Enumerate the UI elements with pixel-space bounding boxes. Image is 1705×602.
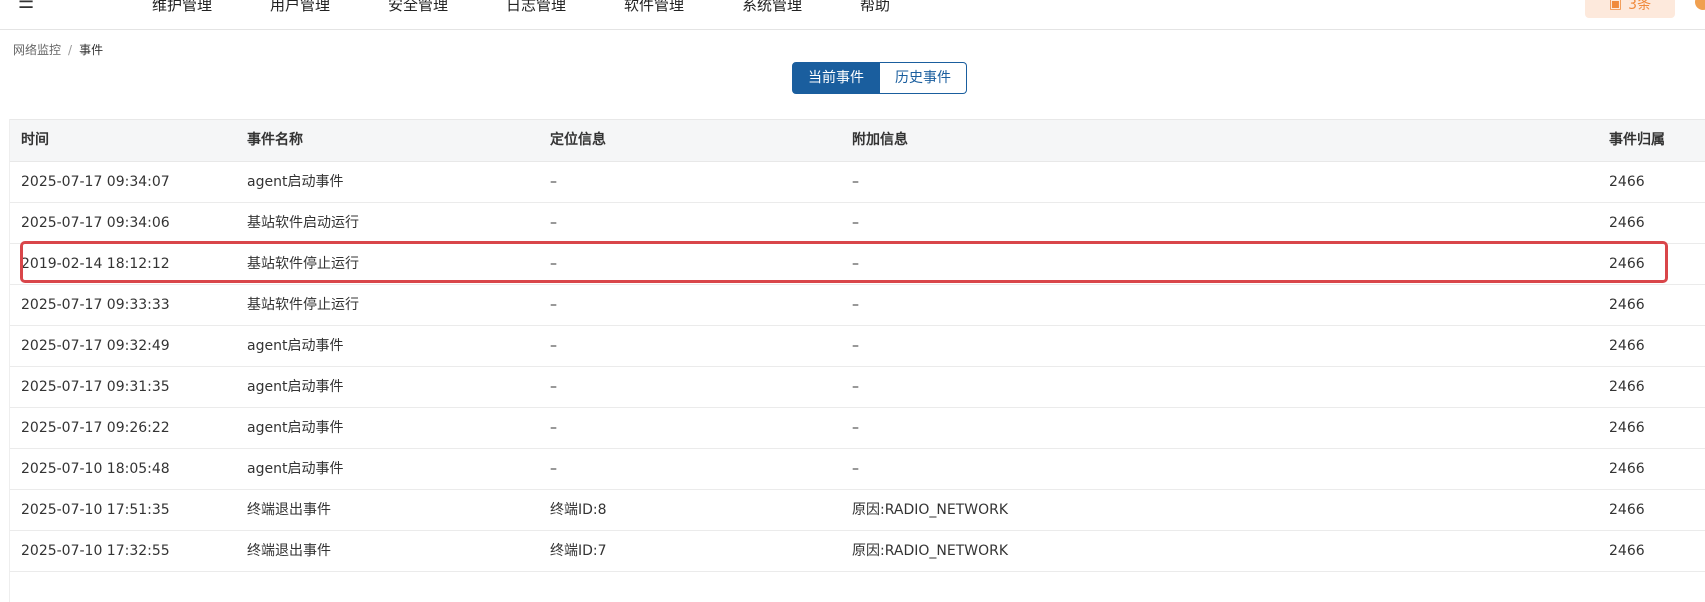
table-row[interactable]: 2019-02-14 18:12:12 基站软件停止运行 – – 2466 <box>10 244 1705 285</box>
alert-button[interactable]: ▣ 3条 <box>1585 0 1675 18</box>
cell-event-name: 基站软件停止运行 <box>247 297 359 313</box>
header-extra-info: 附加信息 <box>852 132 908 148</box>
cell-event-owner: 2466 <box>1609 420 1645 436</box>
nav-item-users[interactable]: 用户管理 <box>270 0 330 15</box>
cell-event-owner: 2466 <box>1609 215 1645 231</box>
header-location-info: 定位信息 <box>550 132 606 148</box>
cell-event-name: agent启动事件 <box>247 420 344 436</box>
cell-extra-info: – <box>852 215 859 231</box>
table-row[interactable]: 2025-07-17 09:34:07 agent启动事件 – – 2466 <box>10 162 1705 203</box>
user-icon[interactable] <box>1695 0 1705 10</box>
cell-event-name: agent启动事件 <box>247 338 344 354</box>
cell-location-info: – <box>550 174 557 190</box>
table-row[interactable]: 2025-07-17 09:31:35 agent启动事件 – – 2466 <box>10 367 1705 408</box>
events-table: 时间 事件名称 定位信息 附加信息 事件归属 2025-07-17 09:34:… <box>9 119 1705 602</box>
cell-time: 2025-07-10 17:51:35 <box>21 502 170 518</box>
cell-event-owner: 2466 <box>1609 256 1645 272</box>
cell-location-info: – <box>550 461 557 477</box>
breadcrumb-current: 事件 <box>79 43 104 57</box>
cell-location-info: 终端ID:7 <box>550 543 607 559</box>
cell-time: 2019-02-14 18:12:12 <box>21 256 170 272</box>
cell-extra-info: – <box>852 297 859 313</box>
nav-item-software[interactable]: 软件管理 <box>624 0 684 15</box>
alert-count: 3条 <box>1628 0 1652 13</box>
cell-location-info: – <box>550 420 557 436</box>
top-nav-bar: ☰ 维护管理 用户管理 安全管理 日志管理 软件管理 系统管理 帮助 ▣ 3条 <box>0 0 1705 30</box>
cell-extra-info: – <box>852 461 859 477</box>
cell-event-owner: 2466 <box>1609 297 1645 313</box>
cell-extra-info: – <box>852 338 859 354</box>
cell-event-name: agent启动事件 <box>247 461 344 477</box>
cell-location-info: 终端ID:8 <box>550 502 607 518</box>
cell-time: 2025-07-17 09:34:06 <box>21 215 170 231</box>
cell-event-name: 基站软件停止运行 <box>247 256 359 272</box>
cell-location-info: – <box>550 379 557 395</box>
event-tabs: 当前事件 历史事件 <box>792 62 967 94</box>
cell-extra-info: – <box>852 379 859 395</box>
cell-extra-info: – <box>852 174 859 190</box>
table-row[interactable]: 2025-07-10 18:05:48 agent启动事件 – – 2466 <box>10 449 1705 490</box>
cell-event-name: agent启动事件 <box>247 379 344 395</box>
cell-time: 2025-07-17 09:34:07 <box>21 174 170 190</box>
menu-toggle-icon[interactable]: ☰ <box>18 0 34 13</box>
cell-extra-info: 原因:RADIO_NETWORK <box>852 543 1009 559</box>
table-row[interactable]: 2025-07-10 17:51:35 终端退出事件 终端ID:8 原因:RADIO_… <box>10 490 1705 531</box>
nav-item-system[interactable]: 系统管理 <box>742 0 802 15</box>
header-time: 时间 <box>21 132 49 148</box>
cell-time: 2025-07-17 09:32:49 <box>21 338 170 354</box>
tab-current-events[interactable]: 当前事件 <box>792 62 880 94</box>
cell-event-name: 终端退出事件 <box>247 543 331 559</box>
cell-event-owner: 2466 <box>1609 338 1645 354</box>
cell-event-owner: 2466 <box>1609 502 1645 518</box>
cell-time: 2025-07-10 17:32:55 <box>21 543 170 559</box>
cell-time: 2025-07-10 18:05:48 <box>21 461 170 477</box>
cell-time: 2025-07-17 09:26:22 <box>21 420 170 436</box>
cell-event-owner: 2466 <box>1609 461 1645 477</box>
breadcrumb-separator: / <box>68 43 73 57</box>
cell-event-owner: 2466 <box>1609 543 1645 559</box>
table-row[interactable]: 2025-07-17 09:26:22 agent启动事件 – – 2466 <box>10 408 1705 449</box>
cell-event-owner: 2466 <box>1609 174 1645 190</box>
nav-item-help[interactable]: 帮助 <box>860 0 890 15</box>
breadcrumb: 网络监控 / 事件 <box>13 41 103 58</box>
cell-extra-info: 原因:RADIO_NETWORK <box>852 502 1009 518</box>
nav-item-logs[interactable]: 日志管理 <box>506 0 566 15</box>
table-row[interactable]: 2025-07-10 17:32:55 终端退出事件 终端ID:7 原因:RADIO_… <box>10 531 1705 572</box>
table-row[interactable]: 2025-07-17 09:34:06 基站软件启动运行 – – 2466 <box>10 203 1705 244</box>
clipboard-icon: ▣ <box>1608 0 1623 12</box>
cell-event-name: 基站软件启动运行 <box>247 215 359 231</box>
nav-item-maintenance[interactable]: 维护管理 <box>152 0 212 15</box>
table-row[interactable]: 2025-07-17 09:32:49 agent启动事件 – – 2466 <box>10 326 1705 367</box>
table-row[interactable]: 2025-07-17 09:33:33 基站软件停止运行 – – 2466 <box>10 285 1705 326</box>
header-event-name: 事件名称 <box>247 132 303 148</box>
cell-location-info: – <box>550 256 557 272</box>
cell-location-info: – <box>550 215 557 231</box>
cell-location-info: – <box>550 338 557 354</box>
header-event-owner: 事件归属 <box>1609 132 1665 148</box>
breadcrumb-parent[interactable]: 网络监控 <box>13 43 61 57</box>
tab-history-events[interactable]: 历史事件 <box>880 62 967 94</box>
cell-extra-info: – <box>852 256 859 272</box>
table-header: 时间 事件名称 定位信息 附加信息 事件归属 <box>10 119 1705 162</box>
cell-extra-info: – <box>852 420 859 436</box>
cell-time: 2025-07-17 09:33:33 <box>21 297 170 313</box>
nav-item-security[interactable]: 安全管理 <box>388 0 448 15</box>
cell-event-name: 终端退出事件 <box>247 502 331 518</box>
cell-event-name: agent启动事件 <box>247 174 344 190</box>
cell-location-info: – <box>550 297 557 313</box>
cell-time: 2025-07-17 09:31:35 <box>21 379 170 395</box>
table-body: 2025-07-17 09:34:07 agent启动事件 – –2466 2025-0… <box>10 162 1705 572</box>
cell-event-owner: 2466 <box>1609 379 1645 395</box>
